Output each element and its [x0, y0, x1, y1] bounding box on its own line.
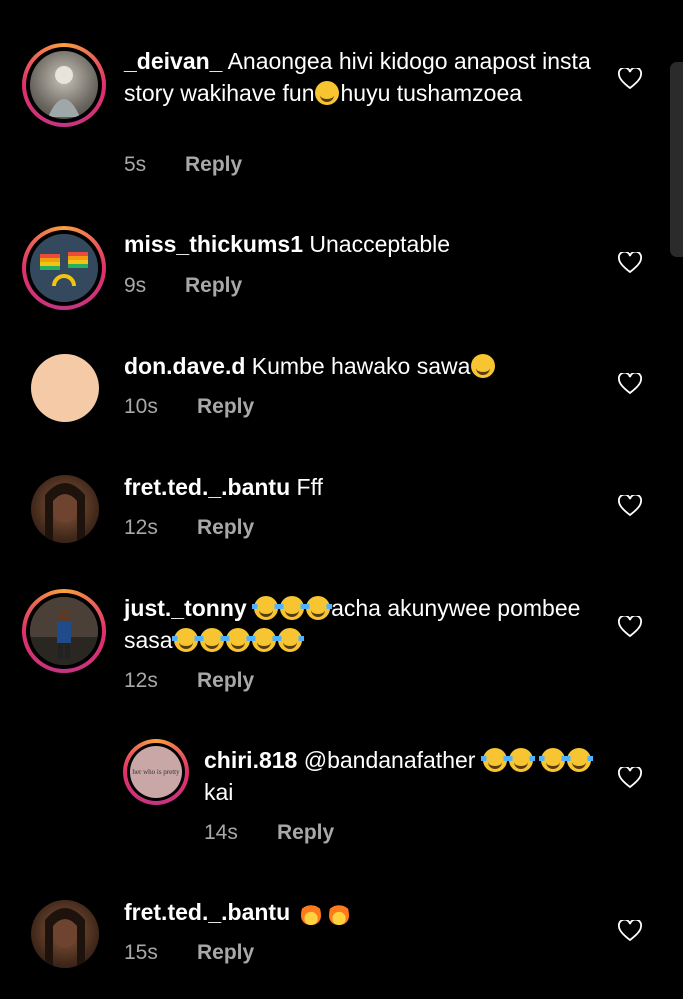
tears-of-joy-icon [506, 748, 535, 772]
comment-body: Kumbe hawako sawa [251, 353, 471, 379]
comment-body-continued: huyu tushamzoea [340, 80, 523, 106]
comment-text: don.dave.d Kumbe hawako sawa [124, 350, 604, 382]
timestamp: 5s [124, 153, 147, 176]
avatar[interactable] [31, 900, 99, 968]
reply-button[interactable]: Reply [277, 821, 334, 845]
heart-icon[interactable] [618, 495, 642, 517]
comments-screen: { "comments": [ { "username": "_deivan_"… [0, 0, 683, 999]
avatar[interactable] [30, 51, 98, 119]
comment-body-continued: kai [204, 779, 234, 805]
avatar[interactable]: her who is pretty [130, 746, 182, 798]
heart-icon[interactable] [618, 767, 642, 789]
comment-body: Unacceptable [309, 231, 451, 257]
crying-face-icon [197, 628, 226, 652]
username[interactable]: don.dave.d [124, 353, 245, 379]
username[interactable]: just._tonny [124, 595, 247, 621]
tears-of-joy-icon [249, 628, 278, 652]
reply-button[interactable]: Reply [197, 941, 254, 965]
comment-body: @bandanafather [303, 747, 476, 773]
reply-button[interactable]: Reply [197, 395, 254, 419]
timestamp: 15s [124, 941, 158, 964]
heart-icon[interactable] [618, 373, 642, 395]
avatar[interactable] [30, 597, 98, 665]
timestamp: 12s [124, 669, 158, 692]
tears-of-joy-icon [304, 596, 333, 620]
grinning-sweat-icon [471, 354, 496, 378]
heart-icon[interactable] [618, 252, 642, 274]
avatar-photo-icon [30, 597, 98, 665]
heart-icon[interactable] [618, 68, 642, 90]
comment-text: miss_thickums1 Unacceptable [124, 228, 604, 260]
tears-of-joy-icon [539, 748, 568, 772]
timestamp: 10s [124, 395, 158, 418]
tears-of-joy-icon [565, 748, 594, 772]
heart-icon[interactable] [618, 616, 642, 638]
username[interactable]: miss_thickums1 [124, 231, 303, 257]
crying-face-icon [171, 628, 200, 652]
timestamp: 12s [124, 516, 158, 539]
reply-button[interactable]: Reply [197, 669, 254, 693]
comment-text: just._tonny acha akunywee pombee sasa [124, 592, 604, 656]
reply-button[interactable]: Reply [185, 153, 242, 177]
avatar-photo-icon [45, 908, 85, 968]
username[interactable]: _deivan_ [124, 48, 222, 74]
comment-text: fret.ted._.bantu [124, 896, 604, 928]
username[interactable]: chiri.818 [204, 747, 297, 773]
avatar[interactable] [30, 234, 98, 302]
avatar-photo-icon [48, 66, 80, 117]
tears-of-joy-icon [278, 596, 307, 620]
crying-face-icon [223, 628, 252, 652]
reply-button[interactable]: Reply [185, 274, 242, 298]
username[interactable]: fret.ted._.bantu [124, 899, 290, 925]
fire-icon [328, 899, 349, 925]
avatar-text: her who is pretty [132, 768, 180, 776]
username[interactable]: fret.ted._.bantu [124, 474, 290, 500]
comment-text: _deivan_ Anaongea hivi kidogo anapost in… [124, 45, 604, 109]
avatar-photo-icon [45, 483, 85, 543]
comment-text: fret.ted._.bantu Fff [124, 471, 604, 503]
tears-of-joy-icon [275, 628, 304, 652]
tears-of-joy-icon [252, 596, 281, 620]
timestamp: 14s [204, 821, 238, 844]
comment-text: chiri.818 @bandanafather kai [204, 744, 604, 808]
avatar[interactable] [31, 354, 99, 422]
rolling-eyes-icon [315, 81, 340, 105]
timestamp: 9s [124, 274, 147, 297]
avatar[interactable] [31, 475, 99, 543]
comment-body: Fff [296, 474, 323, 500]
heart-icon[interactable] [618, 920, 642, 942]
reply-button[interactable]: Reply [197, 516, 254, 540]
tears-of-joy-icon [480, 748, 509, 772]
rainbow-patch-icon [30, 234, 98, 302]
fire-icon [300, 899, 321, 925]
scrollbar[interactable] [670, 62, 683, 257]
